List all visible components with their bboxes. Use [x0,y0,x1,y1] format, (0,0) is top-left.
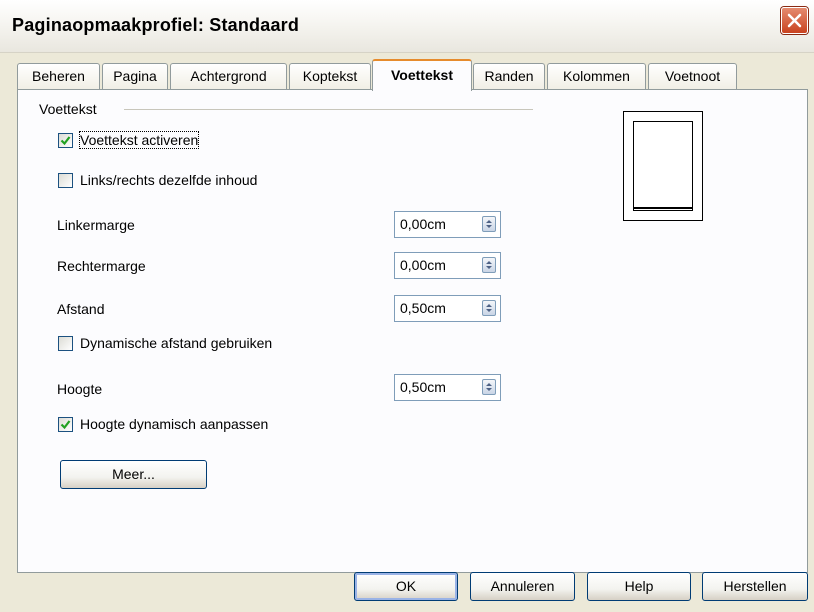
ok-button-label: OK [395,578,417,594]
group-label: Voettekst [39,101,97,117]
right-margin-field[interactable]: 0,00cm [394,252,501,279]
group-divider [124,109,533,110]
spin-arrows-icon [486,220,492,228]
close-icon [787,13,802,28]
footer-preview [623,111,703,221]
tab-voetnoot[interactable]: Voetnoot [648,63,737,89]
tab-pagina[interactable]: Pagina [102,63,168,89]
page-style-dialog: Paginaopmaakprofiel: Standaard Beheren P… [0,0,814,612]
same-content-checkbox[interactable] [58,173,73,188]
tab-label: Pagina [113,68,157,84]
cancel-button-label: Annuleren [490,578,555,594]
close-button[interactable] [781,7,808,34]
spacing-spinner[interactable] [482,300,496,316]
tab-koptekst[interactable]: Koptekst [289,63,371,89]
activate-footer-checkbox[interactable] [58,133,73,148]
more-button-label: Meer... [112,466,155,482]
preview-footer-area [633,207,693,211]
left-margin-spinner[interactable] [482,216,496,232]
tab-achtergrond[interactable]: Achtergrond [170,63,287,89]
more-button[interactable]: Meer... [60,460,207,489]
tab-label: Randen [484,68,534,84]
tab-voettekst[interactable]: Voettekst [372,59,472,91]
left-margin-label: Linkermarge [57,217,135,233]
window-title: Paginaopmaakprofiel: Standaard [12,15,300,35]
same-content-label[interactable]: Links/rechts dezelfde inhoud [80,172,257,188]
autofit-height-label[interactable]: Hoogte dynamisch aanpassen [80,416,268,432]
spin-arrows-icon [486,304,492,312]
spacing-field[interactable]: 0,50cm [394,295,501,322]
reset-button[interactable]: Herstellen [702,572,808,601]
ok-button[interactable]: OK [354,572,458,601]
spacing-label: Afstand [57,301,105,317]
tab-label: Koptekst [302,68,358,84]
tab-label: Beheren [32,68,85,84]
tab-randen[interactable]: Randen [473,63,545,89]
dynamic-spacing-label[interactable]: Dynamische afstand gebruiken [80,335,272,351]
height-spinner[interactable] [482,379,496,395]
right-margin-spinner[interactable] [482,257,496,273]
right-margin-value[interactable]: 0,00cm [400,257,446,273]
dynamic-spacing-checkbox[interactable] [58,336,73,351]
help-button[interactable]: Help [587,572,691,601]
help-button-label: Help [624,578,654,594]
height-field[interactable]: 0,50cm [394,374,501,401]
tab-label: Achtergrond [190,68,267,84]
spin-arrows-icon [486,383,492,391]
height-value[interactable]: 0,50cm [400,379,446,395]
preview-page [633,121,693,211]
cancel-button[interactable]: Annuleren [470,572,575,601]
spin-arrows-icon [486,261,492,269]
tab-label: Kolommen [563,68,630,84]
spacing-value[interactable]: 0,50cm [400,300,446,316]
checkmark-icon [60,420,71,430]
tab-kolommen[interactable]: Kolommen [547,63,646,89]
right-margin-label: Rechtermarge [57,258,146,274]
left-margin-field[interactable]: 0,00cm [394,211,501,238]
activate-footer-label[interactable]: Voettekst activeren [78,131,200,149]
tab-label: Voettekst [391,67,453,83]
height-label: Hoogte [57,381,103,397]
left-margin-value[interactable]: 0,00cm [400,216,446,232]
reset-button-label: Herstellen [723,578,787,594]
tab-label: Voetnoot [664,68,721,84]
tab-beheren[interactable]: Beheren [17,63,100,89]
title-bar[interactable]: Paginaopmaakprofiel: Standaard [0,0,814,53]
autofit-height-checkbox[interactable] [58,417,73,432]
checkmark-icon [60,136,71,146]
